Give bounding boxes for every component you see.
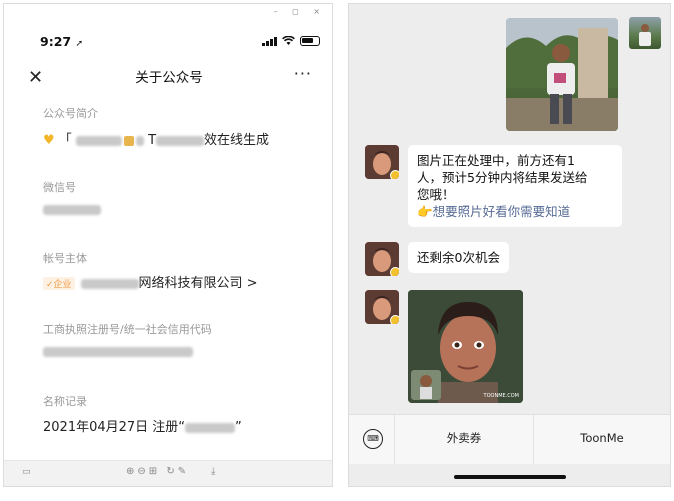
name-record-value: 2021年04月27日 注册“” xyxy=(43,420,242,435)
wechat-id-label: 微信号 xyxy=(43,181,76,194)
cartoon-result-image[interactable]: TOONME.COM xyxy=(408,290,523,403)
intro-value: ♥ 「 T 效在线生成 xyxy=(43,133,270,148)
image-watermark: TOONME.COM xyxy=(483,393,519,399)
page-title: 关于公众号 xyxy=(135,70,203,86)
redacted-text xyxy=(43,204,101,215)
account-info-panel: – ◻ × 9:27 ➚ ✕ 关于公众号 ··· 公众号简介 ♥ 「 T 效在线生… xyxy=(3,3,333,487)
rotate-icon[interactable]: ↻ xyxy=(166,466,177,477)
person-photo xyxy=(506,18,618,131)
entity-label: 帐号主体 xyxy=(43,252,87,265)
screen-icon[interactable]: ▭ xyxy=(22,467,31,477)
redacted-text xyxy=(185,422,236,433)
message-bubble: 还剩余0次机会 xyxy=(408,242,509,273)
enterprise-tag: ✓企业 xyxy=(43,277,75,290)
chat-panel: 图片正在处理中，前方还有1 人，预计5分钟内将结果发送给 您哦！ 👉想要照片好看… xyxy=(348,3,671,487)
download-icon[interactable]: ⤓ xyxy=(211,466,215,477)
bot-avatar[interactable] xyxy=(365,242,399,276)
sent-photo[interactable] xyxy=(506,18,618,131)
redacted-text xyxy=(80,278,139,289)
license-label: 工商执照注册号/统一社会信用代码 xyxy=(43,323,212,336)
status-icons xyxy=(262,36,320,46)
zoom-out-icon[interactable]: ⊖ xyxy=(137,466,148,477)
bot-avatar[interactable] xyxy=(365,290,399,324)
wifi-icon xyxy=(282,36,295,45)
wechat-id-value xyxy=(43,202,101,217)
viewer-toolbar: ▭ ⊕⊖⊞ ↻✎ ⤓ xyxy=(4,460,332,486)
intro-label: 公众号简介 xyxy=(43,107,98,120)
redacted-text xyxy=(75,135,122,146)
more-options-icon[interactable]: ··· xyxy=(294,62,312,86)
bot-avatar[interactable] xyxy=(365,145,399,179)
entity-value[interactable]: ✓企业 网络科技有限公司 > xyxy=(43,272,258,291)
status-bar: 9:27 ➚ xyxy=(40,34,320,50)
status-time: 9:27 ➚ xyxy=(40,34,83,49)
tips-link[interactable]: 👉想要照片好看你需要知道 xyxy=(417,203,613,220)
location-arrow-icon: ➚ xyxy=(75,39,83,49)
battery-icon xyxy=(300,36,320,46)
menu-item-takeout-coupon[interactable]: 外卖券 xyxy=(394,415,533,465)
nav-bar: ✕ 关于公众号 ··· xyxy=(4,64,334,90)
edit-icon[interactable]: ✎ xyxy=(178,466,189,477)
yellow-heart-icon: ♥ xyxy=(43,133,55,148)
license-value xyxy=(43,344,193,359)
keyboard-icon[interactable]: ⌨ xyxy=(363,429,383,449)
chat-menu-bar: ⌨ 外卖券 ToonMe xyxy=(349,414,670,465)
zoom-tools: ⊕⊖⊞ ↻✎ xyxy=(126,466,189,477)
menu-item-toonme[interactable]: ToonMe xyxy=(533,415,670,465)
message-bubble: 图片正在处理中，前方还有1 人，预计5分钟内将结果发送给 您哦！ 👉想要照片好看… xyxy=(408,145,622,227)
window-controls[interactable]: – ◻ × xyxy=(274,7,326,16)
screenshot-root: – ◻ × 9:27 ➚ ✕ 关于公众号 ··· 公众号简介 ♥ 「 T 效在线生… xyxy=(0,0,674,501)
verified-badge-icon xyxy=(390,267,399,276)
coin-icon xyxy=(123,135,134,146)
zoom-in-icon[interactable]: ⊕ xyxy=(126,466,137,477)
home-indicator xyxy=(454,475,566,479)
signal-icon xyxy=(262,36,277,46)
redacted-text xyxy=(156,135,205,146)
user-avatar[interactable] xyxy=(629,17,661,49)
redacted-text xyxy=(43,346,193,357)
verified-badge-icon xyxy=(390,315,399,324)
fit-icon[interactable]: ⊞ xyxy=(149,466,160,477)
name-record-label: 名称记录 xyxy=(43,395,87,408)
verified-badge-icon xyxy=(390,170,399,179)
